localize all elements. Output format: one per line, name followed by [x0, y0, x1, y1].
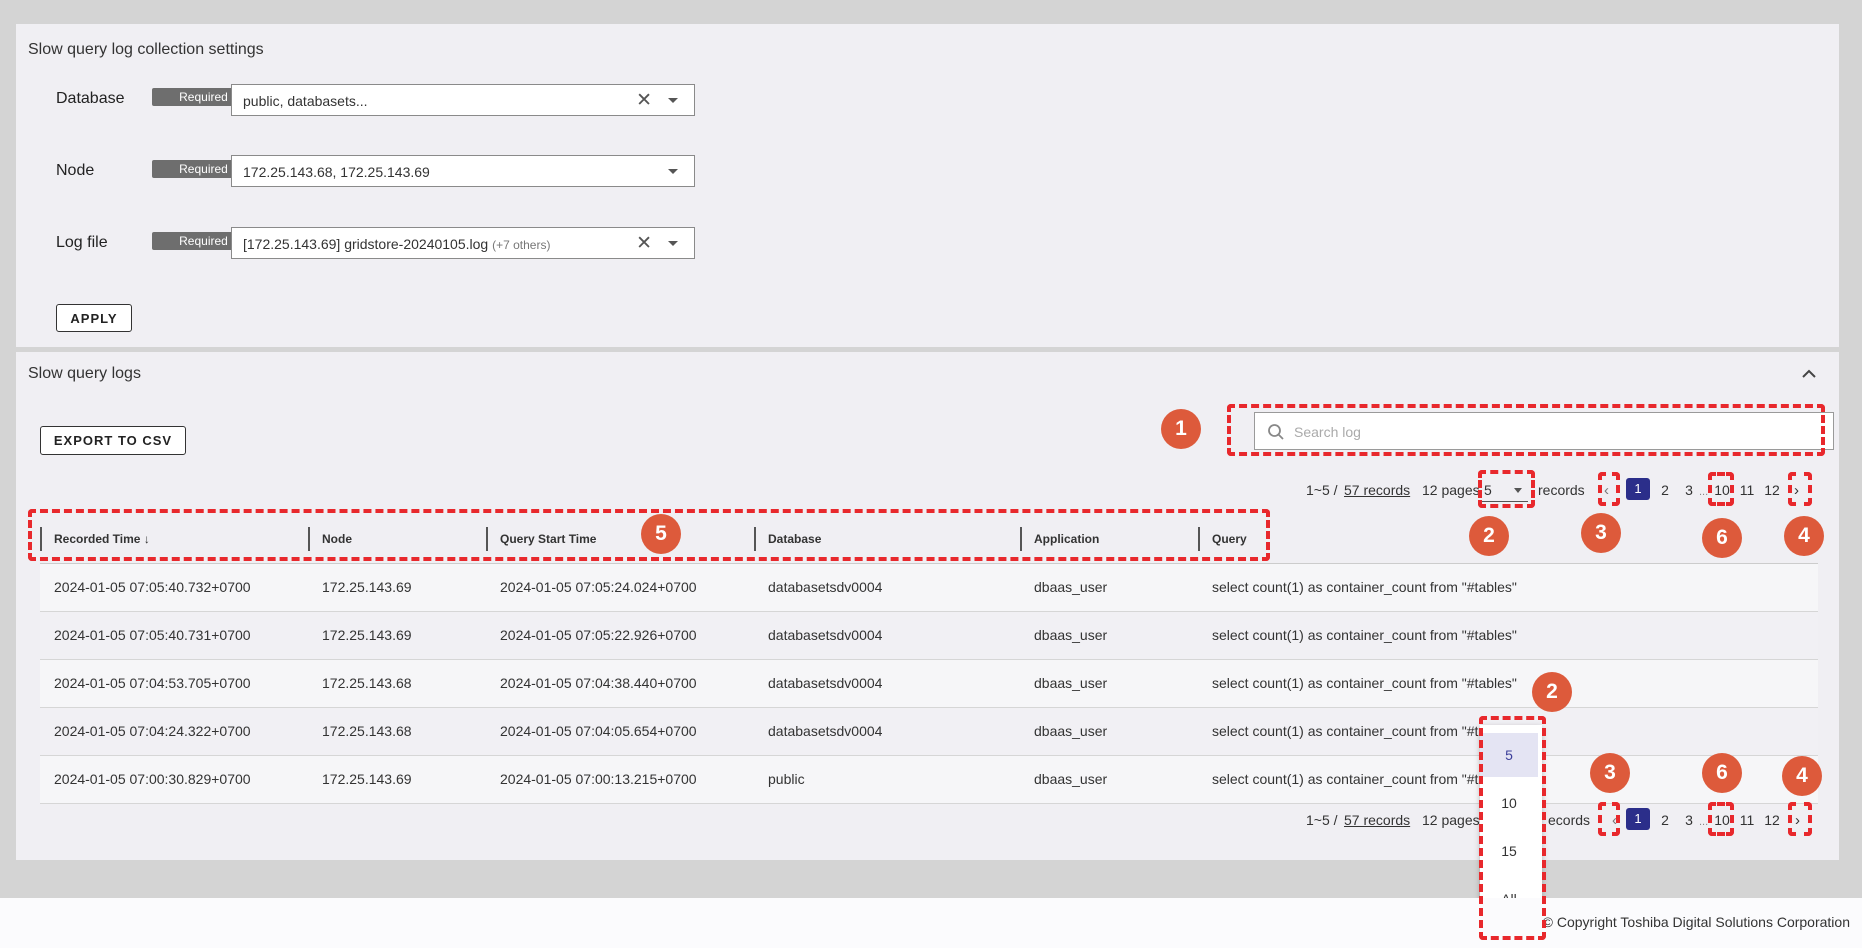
- cell-database: public: [754, 755, 1020, 804]
- cell-query-start-time: 2024-01-05 07:00:13.215+0700: [486, 755, 754, 804]
- annotation-box-page-jump: [1708, 472, 1734, 506]
- logfile-label: Log file: [56, 234, 108, 251]
- page-1[interactable]: 1: [1626, 478, 1650, 500]
- annotation-marker-2-menu: 2: [1532, 672, 1572, 712]
- cell-recorded-time: 2024-01-05 07:05:40.732+0700: [40, 563, 308, 612]
- record-range: 1~5 /: [1306, 812, 1338, 828]
- cell-recorded-time: 2024-01-05 07:04:53.705+0700: [40, 659, 308, 708]
- logfile-select-value: [172.25.143.69] gridstore-20240105.log (…: [243, 236, 550, 252]
- database-clear-icon[interactable]: ✕: [636, 91, 652, 110]
- collapse-chevron-up-icon[interactable]: [1801, 368, 1817, 380]
- annotation-box-page-size-menu: [1479, 716, 1546, 940]
- logfile-value-text: [172.25.143.69] gridstore-20240105.log: [243, 236, 489, 252]
- logs-title: Slow query logs: [28, 365, 141, 382]
- records-label: ecords: [1548, 812, 1591, 828]
- cell-database: databasetsdv0004: [754, 659, 1020, 708]
- page-11[interactable]: 11: [1735, 482, 1759, 498]
- cell-node: 172.25.143.69: [308, 755, 486, 804]
- annotation-marker-4-bottom: 4: [1782, 756, 1822, 796]
- annotation-box-search: [1227, 404, 1825, 456]
- annotation-marker-3-bottom: 3: [1590, 753, 1630, 793]
- node-chevron-down-icon[interactable]: [668, 169, 678, 174]
- cell-node: 172.25.143.69: [308, 563, 486, 612]
- page-1[interactable]: 1: [1626, 808, 1650, 830]
- pagination-bottom: 1~5 / 57 records 12 pages ecords ‹ 1 2 3…: [16, 808, 1839, 832]
- settings-title: Slow query log collection settings: [28, 41, 264, 58]
- cell-application: dbaas_user: [1020, 659, 1198, 708]
- page-count: 12 pages: [1422, 482, 1480, 498]
- annotation-box-next: [1788, 472, 1812, 506]
- database-label: Database: [56, 90, 125, 107]
- table-row[interactable]: 2024-01-05 07:05:40.732+0700 172.25.143.…: [40, 563, 1818, 612]
- table-row[interactable]: 2024-01-05 07:00:30.829+0700 172.25.143.…: [40, 755, 1818, 804]
- cell-node: 172.25.143.68: [308, 659, 486, 708]
- logfile-chevron-down-icon[interactable]: [668, 241, 678, 246]
- cell-database: databasetsdv0004: [754, 707, 1020, 756]
- annotation-box-prev-bottom: [1598, 802, 1620, 836]
- annotation-marker-3: 3: [1581, 513, 1621, 553]
- cell-node: 172.25.143.69: [308, 611, 486, 660]
- apply-button[interactable]: APPLY: [56, 304, 132, 332]
- cell-recorded-time: 2024-01-05 07:04:24.322+0700: [40, 707, 308, 756]
- page-3[interactable]: 3: [1677, 812, 1701, 828]
- annotation-box-next-bottom: [1788, 802, 1812, 836]
- page-ellipsis: ...: [1699, 816, 1709, 828]
- footer: © Copyright Toshiba Digital Solutions Co…: [0, 898, 1862, 948]
- cell-application: dbaas_user: [1020, 707, 1198, 756]
- total-records-link[interactable]: 57 records: [1344, 812, 1410, 828]
- node-label: Node: [56, 162, 95, 179]
- annotation-marker-6-bottom: 6: [1702, 753, 1742, 793]
- logfile-others-count: (+7 others): [492, 238, 551, 252]
- cell-query: select count(1) as container_count from …: [1198, 563, 1818, 612]
- page-12[interactable]: 12: [1760, 482, 1784, 498]
- annotation-marker-4: 4: [1784, 516, 1824, 556]
- export-csv-button[interactable]: EXPORT TO CSV: [40, 426, 186, 455]
- cell-query-start-time: 2024-01-05 07:04:05.654+0700: [486, 707, 754, 756]
- cell-recorded-time: 2024-01-05 07:00:30.829+0700: [40, 755, 308, 804]
- cell-database: databasetsdv0004: [754, 611, 1020, 660]
- database-select[interactable]: public, databasets... ✕: [231, 84, 695, 116]
- page-ellipsis: ...: [1699, 486, 1709, 498]
- page-3[interactable]: 3: [1677, 482, 1701, 498]
- page-2[interactable]: 2: [1653, 812, 1677, 828]
- annotation-box-prev: [1598, 472, 1620, 506]
- total-records-link[interactable]: 57 records: [1344, 482, 1410, 498]
- cell-application: dbaas_user: [1020, 563, 1198, 612]
- cell-application: dbaas_user: [1020, 755, 1198, 804]
- logfile-clear-icon[interactable]: ✕: [636, 234, 652, 253]
- cell-query-start-time: 2024-01-05 07:04:38.440+0700: [486, 659, 754, 708]
- copyright-text: © Copyright Toshiba Digital Solutions Co…: [1542, 914, 1850, 930]
- cell-query-start-time: 2024-01-05 07:05:24.024+0700: [486, 563, 754, 612]
- annotation-box-page-size: [1478, 470, 1535, 508]
- cell-node: 172.25.143.68: [308, 707, 486, 756]
- page-11[interactable]: 11: [1735, 812, 1759, 828]
- node-select[interactable]: 172.25.143.68, 172.25.143.69: [231, 155, 695, 187]
- annotation-box-page-jump-bottom: [1708, 802, 1734, 836]
- cell-database: databasetsdv0004: [754, 563, 1020, 612]
- logfile-select[interactable]: [172.25.143.69] gridstore-20240105.log (…: [231, 227, 695, 259]
- cell-query: select count(1) as container_count from …: [1198, 659, 1818, 708]
- page-12[interactable]: 12: [1760, 812, 1784, 828]
- cell-recorded-time: 2024-01-05 07:05:40.731+0700: [40, 611, 308, 660]
- page-count: 12 pages: [1422, 812, 1480, 828]
- database-chevron-down-icon[interactable]: [668, 98, 678, 103]
- table-row[interactable]: 2024-01-05 07:04:24.322+0700 172.25.143.…: [40, 707, 1818, 756]
- collection-settings-panel: Slow query log collection settings Datab…: [16, 24, 1839, 347]
- table-row[interactable]: 2024-01-05 07:05:40.731+0700 172.25.143.…: [40, 611, 1818, 660]
- annotation-marker-1: 1: [1161, 409, 1201, 449]
- record-range: 1~5 /: [1306, 482, 1338, 498]
- pagination-top: 1~5 / 57 records 12 pages 5 records ‹ 1 …: [16, 478, 1839, 502]
- annotation-marker-5: 5: [641, 514, 681, 554]
- cell-query-start-time: 2024-01-05 07:05:22.926+0700: [486, 611, 754, 660]
- cell-application: dbaas_user: [1020, 611, 1198, 660]
- cell-query: select count(1) as container_count from …: [1198, 611, 1818, 660]
- node-select-value: 172.25.143.68, 172.25.143.69: [243, 164, 430, 180]
- annotation-marker-6: 6: [1702, 518, 1742, 558]
- annotation-marker-2: 2: [1469, 516, 1509, 556]
- page-2[interactable]: 2: [1653, 482, 1677, 498]
- records-label: records: [1538, 482, 1585, 498]
- database-select-value: public, databasets...: [243, 93, 368, 109]
